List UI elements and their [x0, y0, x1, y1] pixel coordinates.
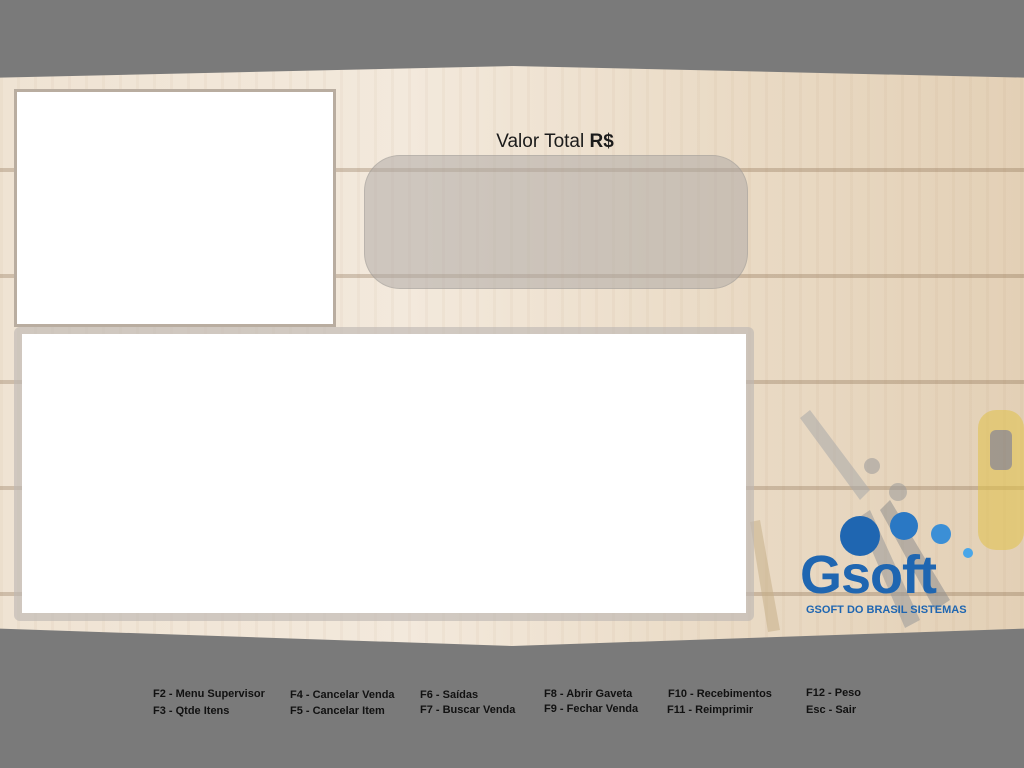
logo-wordmark: Gsoft — [800, 544, 937, 606]
shortcut-f3[interactable]: F3 - Qtde Itens — [153, 705, 229, 717]
logo-dot-tiny — [963, 548, 973, 558]
valor-total-label: Valor Total R$ — [365, 131, 745, 153]
valor-total-text: Valor Total — [496, 131, 585, 152]
logo-word-soft: soft — [841, 545, 937, 605]
shortcut-f7[interactable]: F7 - Buscar Venda — [420, 704, 515, 716]
product-image-panel — [14, 89, 336, 327]
shortcut-f2[interactable]: F2 - Menu Supervisor — [153, 688, 265, 700]
valor-total-display — [364, 155, 748, 289]
shortcut-f10[interactable]: F10 - Recebimentos — [668, 688, 772, 700]
shortcut-bar: F2 - Menu Supervisor F3 - Qtde Itens F4 … — [0, 646, 1024, 768]
logo-tagline: GSOFT DO BRASIL SISTEMAS — [806, 604, 967, 616]
shortcut-f4[interactable]: F4 - Cancelar Venda — [290, 689, 395, 701]
shortcut-f9[interactable]: F9 - Fechar Venda — [544, 703, 638, 715]
shortcut-esc[interactable]: Esc - Sair — [806, 704, 856, 716]
logo-letter-g: G — [800, 545, 842, 605]
shortcut-f11[interactable]: F11 - Reimprimir — [667, 704, 753, 716]
logo-dot-small — [931, 524, 951, 544]
currency-symbol: R$ — [589, 131, 614, 152]
shortcut-f8[interactable]: F8 - Abrir Gaveta — [544, 688, 632, 700]
logo-dot-medium — [890, 512, 918, 540]
gsoft-logo: Gsoft GSOFT DO BRASIL SISTEMAS — [800, 510, 980, 620]
shortcut-f5[interactable]: F5 - Cancelar Item — [290, 705, 385, 717]
shortcut-f12[interactable]: F12 - Peso — [806, 687, 861, 699]
shortcut-f6[interactable]: F6 - Saídas — [420, 689, 478, 701]
items-list-panel[interactable] — [22, 334, 746, 613]
